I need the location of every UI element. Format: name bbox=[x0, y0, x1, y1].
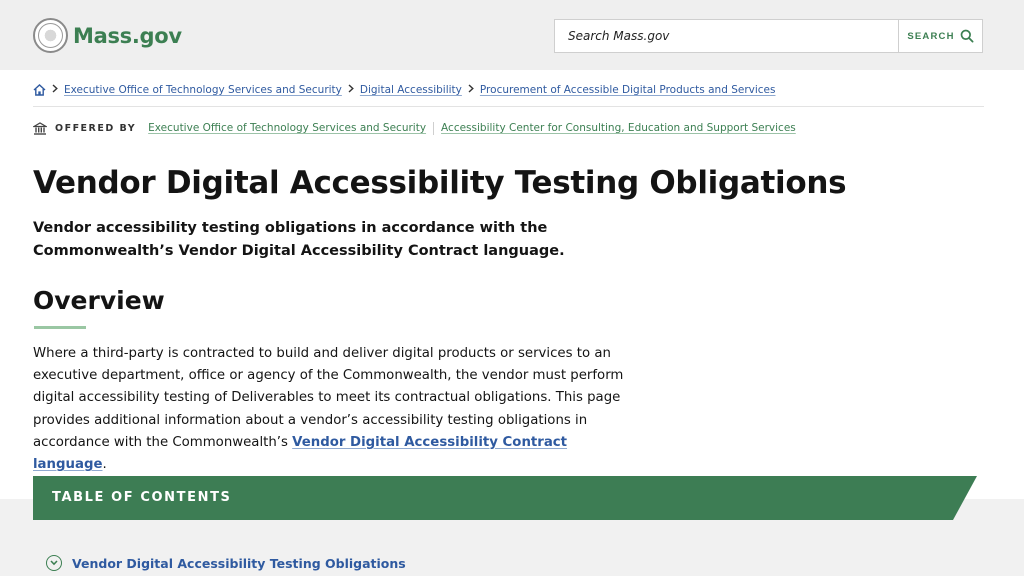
site-header: Mass.gov SEARCH bbox=[0, 0, 1024, 70]
breadcrumb-divider bbox=[33, 106, 984, 107]
search-button[interactable]: SEARCH bbox=[898, 20, 982, 52]
offered-by: OFFERED BY Executive Office of Technolog… bbox=[33, 120, 796, 136]
building-icon bbox=[33, 121, 47, 135]
breadcrumb-link-digital-accessibility[interactable]: Digital Accessibility bbox=[360, 84, 462, 96]
offered-by-label: OFFERED BY bbox=[55, 122, 137, 134]
logo-text: Mass.gov bbox=[73, 23, 182, 48]
chevron-right-icon bbox=[468, 84, 474, 96]
home-link[interactable] bbox=[33, 84, 46, 96]
breadcrumb: Executive Office of Technology Services … bbox=[33, 82, 775, 98]
chevron-down-circle-icon bbox=[46, 555, 62, 571]
chevron-right-icon bbox=[348, 84, 354, 96]
breadcrumb-link-eotss[interactable]: Executive Office of Technology Services … bbox=[64, 84, 342, 96]
chevron-right-icon bbox=[52, 84, 58, 96]
breadcrumb-link-procurement[interactable]: Procurement of Accessible Digital Produc… bbox=[480, 84, 776, 96]
toc-title: TABLE OF CONTENTS bbox=[52, 490, 232, 505]
overview-heading-rule bbox=[34, 326, 86, 329]
offered-by-link-eotss[interactable]: Executive Office of Technology Services … bbox=[148, 122, 426, 134]
offered-by-separator bbox=[433, 121, 435, 135]
page-subtitle: Vendor accessibility testing obligations… bbox=[33, 220, 565, 259]
mass-seal-icon bbox=[33, 18, 68, 53]
overview-heading: Overview bbox=[33, 286, 165, 315]
search-form: SEARCH bbox=[554, 19, 983, 53]
search-input[interactable] bbox=[555, 20, 898, 52]
page-title: Vendor Digital Accessibility Testing Obl… bbox=[33, 165, 847, 201]
search-button-label: SEARCH bbox=[907, 30, 955, 42]
toc-item-label: Vendor Digital Accessibility Testing Obl… bbox=[72, 555, 406, 571]
mass-gov-logo[interactable]: Mass.gov bbox=[33, 18, 182, 53]
home-icon bbox=[33, 84, 46, 96]
overview-paragraph: Where a third-party is contracted to bui… bbox=[33, 343, 633, 476]
overview-body-end: . bbox=[102, 457, 107, 473]
search-icon bbox=[960, 29, 974, 43]
toc-item[interactable]: Vendor Digital Accessibility Testing Obl… bbox=[46, 555, 406, 571]
offered-by-link-accessibility-center[interactable]: Accessibility Center for Consulting, Edu… bbox=[441, 122, 796, 134]
